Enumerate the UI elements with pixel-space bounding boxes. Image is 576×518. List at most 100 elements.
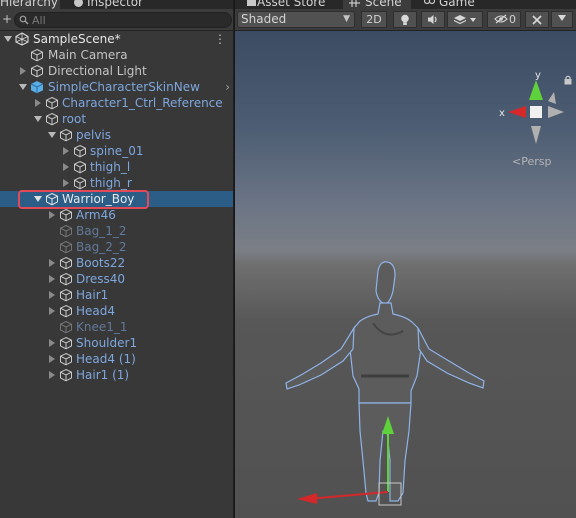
gizmos-dropdown-button[interactable] (551, 11, 573, 28)
expand-arrow-closed-icon[interactable] (48, 371, 56, 379)
list-item-label: pelvis (76, 128, 112, 142)
list-item[interactable]: Dress40 (0, 271, 233, 287)
audio-toggle-button[interactable] (421, 11, 445, 28)
scene-root-row[interactable]: SampleScene* ⋮ (0, 31, 233, 47)
list-item-label: Head4 (1) (76, 352, 136, 366)
tab-game[interactable]: Game (421, 0, 481, 9)
draw-mode-dropdown[interactable]: Shaded ▼ (237, 11, 355, 28)
list-item[interactable]: Bag_1_2 (0, 223, 233, 239)
list-item[interactable]: Head4 (0, 303, 233, 319)
list-item[interactable]: Hair1 (0, 287, 233, 303)
list-item-label: Knee1_1 (76, 320, 128, 334)
gameobject-cube-icon (60, 272, 72, 286)
list-item[interactable]: Knee1_1 (0, 319, 233, 335)
expand-arrow-closed-icon[interactable] (62, 147, 70, 155)
list-item[interactable]: spine_01 (0, 143, 233, 159)
list-item[interactable]: Bag_2_2 (0, 239, 233, 255)
list-item[interactable]: thigh_r (0, 175, 233, 191)
store-bag-icon (247, 0, 256, 6)
list-item[interactable]: thigh_l (0, 159, 233, 175)
expand-arrow-closed-icon[interactable] (48, 355, 56, 363)
lightbulb-icon (401, 14, 409, 25)
expand-arrow-open-icon[interactable] (34, 195, 42, 203)
gameobject-cube-icon (31, 64, 43, 78)
expand-arrow-open-icon[interactable] (4, 35, 12, 43)
search-input[interactable] (32, 13, 222, 27)
expand-arrow-open-icon[interactable] (19, 83, 27, 91)
tools-button[interactable] (525, 11, 549, 28)
list-item[interactable]: Shoulder1 (0, 335, 233, 351)
list-item-label: spine_01 (90, 144, 144, 158)
expand-arrow-open-icon[interactable] (34, 115, 42, 123)
character-model (285, 261, 485, 502)
list-item-label: Hair1 (76, 288, 109, 302)
speaker-icon (428, 15, 437, 24)
list-item-label: root (62, 112, 87, 126)
gizmo-x-cone-icon (508, 106, 526, 118)
expand-arrow-closed-icon[interactable] (34, 99, 42, 107)
expand-arrow-closed-icon[interactable] (48, 307, 56, 315)
list-item[interactable]: Boots22 (0, 255, 233, 271)
list-item[interactable]: Main Camera (0, 47, 233, 63)
projection-toggle[interactable]: <Persp (512, 155, 551, 168)
list-item-label: thigh_l (90, 160, 131, 174)
gameobject-cube-icon (60, 352, 72, 366)
expand-arrow-closed-icon[interactable] (48, 291, 56, 299)
list-item[interactable]: pelvis (0, 127, 233, 143)
gameobject-cube-icon (60, 224, 72, 238)
list-item[interactable]: Directional Light (0, 63, 233, 79)
list-item[interactable]: Arm46 (0, 207, 233, 223)
hierarchy-tabbar: Hierarchy Inspector (0, 0, 233, 9)
chevron-right-icon[interactable]: › (225, 79, 230, 95)
chevron-down-icon (558, 15, 566, 21)
tab-asset-store[interactable]: Asset Store (243, 0, 338, 9)
tab-inspector[interactable]: Inspector (68, 0, 158, 9)
wrench-cross-icon (532, 15, 542, 25)
expand-arrow-closed-icon[interactable] (48, 259, 56, 267)
list-item[interactable]: Hair1 (1) (0, 367, 233, 383)
list-item[interactable]: Character1_Ctrl_Reference (0, 95, 233, 111)
unity-scene-icon (15, 32, 29, 46)
expand-arrow-open-icon[interactable] (48, 131, 56, 139)
effects-dropdown-button[interactable] (447, 11, 483, 28)
list-item-label: Bag_2_2 (76, 240, 127, 254)
layers-effects-icon (453, 15, 476, 25)
expand-arrow-closed-icon[interactable] (48, 211, 56, 219)
toggle-2d-button[interactable]: 2D (361, 11, 387, 28)
kebab-menu-icon[interactable]: ⋮ (214, 31, 226, 47)
expand-arrow-closed-icon[interactable] (48, 275, 56, 283)
expand-arrow-closed-icon[interactable] (62, 179, 70, 187)
eye-slash-icon (494, 14, 508, 24)
tab-hierarchy[interactable]: Hierarchy (0, 0, 60, 9)
list-item-selected[interactable]: Warrior_Boy (0, 191, 233, 207)
list-item-label: Hair1 (1) (76, 368, 130, 382)
chevron-down-icon: ▼ (343, 14, 350, 24)
gizmo-x-label: x (499, 108, 505, 119)
list-item[interactable]: root (0, 111, 233, 127)
list-item-label: Character1_Ctrl_Reference (62, 96, 223, 110)
lighting-toggle-button[interactable] (393, 11, 417, 28)
gizmo-center-cube-icon (530, 106, 542, 118)
add-object-button[interactable]: + (2, 11, 12, 27)
gameobject-cube-icon (74, 144, 86, 158)
list-item[interactable]: SimpleCharacterSkinNew › (0, 79, 233, 95)
gameobject-cube-icon (60, 336, 72, 350)
expand-arrow-closed-icon[interactable] (62, 163, 70, 171)
hidden-objects-button[interactable]: 0 (487, 11, 521, 28)
tab-asset-store-label: Asset Store (257, 0, 326, 9)
gameobject-cube-icon (46, 192, 58, 206)
lock-icon[interactable] (564, 75, 572, 85)
list-item-label: SimpleCharacterSkinNew (48, 80, 200, 94)
list-item-label: Boots22 (76, 256, 126, 270)
expand-arrow-closed-icon[interactable] (48, 339, 56, 347)
gameobject-cube-icon (46, 112, 58, 126)
list-item-label: Shoulder1 (76, 336, 138, 350)
hidden-count: 0 (509, 13, 516, 26)
expand-arrow-closed-icon[interactable] (19, 67, 27, 75)
list-item[interactable]: Head4 (1) (0, 351, 233, 367)
hierarchy-search[interactable] (14, 12, 232, 28)
tab-scene[interactable]: Scene (343, 0, 411, 9)
list-item-label: Directional Light (48, 64, 147, 78)
scene-viewport[interactable]: y x <Persp (235, 31, 576, 518)
list-item-label: Arm46 (76, 208, 116, 222)
